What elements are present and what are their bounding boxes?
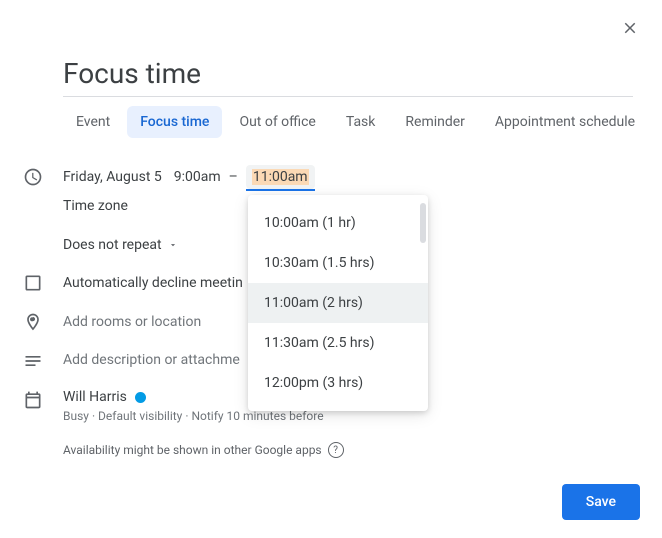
dropdown-scrollbar[interactable] xyxy=(420,203,426,243)
end-time-value: 11:00am xyxy=(252,169,309,185)
calendar-color-dot xyxy=(135,392,146,403)
location-pin-icon xyxy=(23,312,43,332)
save-button[interactable]: Save xyxy=(562,484,640,520)
help-icon[interactable]: ? xyxy=(328,442,344,458)
user-name-label: Will Harris xyxy=(63,389,127,405)
user-subtext: Busy · Default visibility · Notify 10 mi… xyxy=(63,409,324,423)
event-title-input[interactable] xyxy=(63,53,633,97)
date-time-row: Friday, August 5 9:00am – 11:00am xyxy=(63,165,315,189)
end-time-option[interactable]: 12:00pm (3 hrs) xyxy=(248,363,428,403)
description-input[interactable]: Add description or attachme xyxy=(63,352,240,368)
calendar-icon xyxy=(23,390,43,410)
tab-appointment-schedule[interactable]: Appointment schedule xyxy=(482,106,648,138)
tab-event[interactable]: Event xyxy=(63,106,123,138)
recurrence-dropdown[interactable]: Does not repeat xyxy=(63,237,178,253)
auto-decline-toggle[interactable]: Automatically decline meetin xyxy=(63,275,243,291)
timezone-button[interactable]: Time zone xyxy=(63,198,128,214)
tab-reminder[interactable]: Reminder xyxy=(392,106,478,138)
tab-task[interactable]: Task xyxy=(333,106,389,138)
end-time-picker[interactable]: 11:00am xyxy=(246,165,315,189)
close-icon xyxy=(621,19,639,37)
close-button[interactable] xyxy=(614,12,646,44)
end-time-option[interactable]: 10:30am (1.5 hrs) xyxy=(248,243,428,283)
start-time-picker[interactable]: 9:00am xyxy=(174,169,221,185)
time-range-dash: – xyxy=(229,169,238,185)
checkbox-icon xyxy=(23,273,43,293)
date-picker[interactable]: Friday, August 5 xyxy=(63,169,162,185)
availability-note-text: Availability might be shown in other Goo… xyxy=(63,443,322,457)
tab-focus-time[interactable]: Focus time xyxy=(127,106,222,138)
end-time-option[interactable]: 11:30am (2.5 hrs) xyxy=(248,323,428,363)
end-time-focus-underline xyxy=(246,189,315,191)
availability-note: Availability might be shown in other Goo… xyxy=(63,442,344,458)
location-input[interactable]: Add rooms or location xyxy=(63,314,201,330)
description-icon xyxy=(23,351,43,371)
end-time-option[interactable]: 11:00am (2 hrs) xyxy=(248,283,428,323)
end-time-option[interactable]: 10:00am (1 hr) xyxy=(248,203,428,243)
end-time-dropdown: 10:00am (1 hr) 10:30am (1.5 hrs) 11:00am… xyxy=(248,195,428,411)
event-type-tabs: Event Focus time Out of office Task Remi… xyxy=(63,106,648,138)
tab-out-of-office[interactable]: Out of office xyxy=(226,106,328,138)
recurrence-label: Does not repeat xyxy=(63,237,162,253)
clock-icon xyxy=(23,167,43,187)
chevron-down-icon xyxy=(168,240,178,250)
